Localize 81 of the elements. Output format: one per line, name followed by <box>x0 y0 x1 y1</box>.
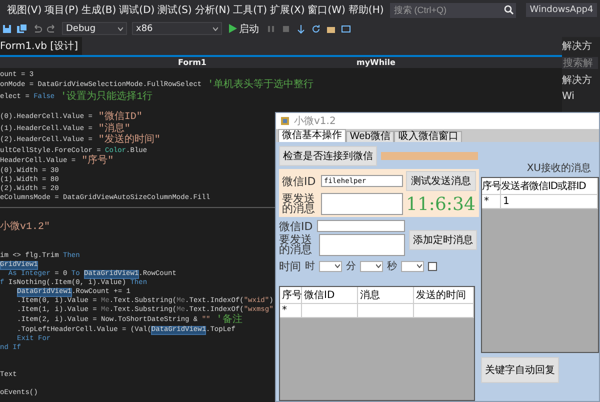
column-header: 消息 <box>358 287 414 303</box>
undo-icon[interactable] <box>32 24 42 34</box>
received-label: XU接收的消息 <box>526 162 591 175</box>
search-icon[interactable] <box>504 5 514 15</box>
window-title: 小微v1.2 <box>294 114 336 128</box>
check-connection-button[interactable]: 检查是否连接到微信 <box>279 146 377 166</box>
step-icon[interactable] <box>296 24 306 34</box>
caret-icon <box>417 264 422 268</box>
tab[interactable]: 吸入微信窗口 <box>394 131 462 142</box>
pause-icon[interactable] <box>266 24 276 34</box>
code-token: '备注 <box>215 314 242 326</box>
solution-name: WindowsApp4 <box>526 3 598 17</box>
auto-reply-button[interactable]: 关键字自动回复 <box>481 357 559 383</box>
code-token: "消息" <box>97 124 130 134</box>
redo-icon[interactable] <box>47 24 57 34</box>
code-token: 小微v1.2" <box>0 222 50 234</box>
menu-item[interactable]: 窗口(W) <box>306 3 346 17</box>
document-tab[interactable]: Form1.vb [设计] <box>0 37 82 55</box>
column-header: 发送的时间 <box>414 287 474 303</box>
code-token: '单机表头等于选中整行 <box>206 80 314 92</box>
unit-label: 秒 <box>387 260 397 273</box>
play-icon <box>229 24 237 33</box>
menu-item[interactable]: 调试(D) <box>118 3 156 17</box>
app-icon <box>280 116 290 126</box>
column-header: 发送者微信ID或群ID <box>501 178 598 194</box>
save-all-icon[interactable] <box>17 24 27 34</box>
field-label: 时间 <box>279 260 301 272</box>
platform-dropdown[interactable]: x86 <box>132 22 222 35</box>
search-field[interactable]: 搜索 (Ctrl+Q) <box>390 2 502 18</box>
message-field[interactable] <box>321 193 403 215</box>
column-header: 序号 <box>280 287 302 303</box>
message-field[interactable] <box>319 234 405 256</box>
field-label: 微信ID <box>282 176 317 186</box>
code-token: "序号" <box>80 156 114 167</box>
nav-dropdown[interactable]: myWhile <box>356 58 396 67</box>
input-field[interactable] <box>316 220 405 232</box>
menu-item[interactable]: 分析(N) <box>194 3 232 17</box>
menu-item[interactable]: 生成(B) <box>80 3 118 17</box>
caret-icon <box>376 264 381 268</box>
table-cell: * <box>482 195 501 208</box>
caret-icon <box>118 26 123 30</box>
code-token: "微信ID" <box>97 112 142 123</box>
table-cell: 1 <box>501 195 598 208</box>
dropdown[interactable] <box>401 260 424 272</box>
dropdown[interactable] <box>319 260 342 272</box>
field-label: 微信ID <box>279 220 313 232</box>
column-header: 序号 <box>482 178 501 194</box>
test-send-button[interactable]: 测试发送消息 <box>406 171 476 191</box>
code-token: "发送的时间" <box>97 135 160 146</box>
save-icon[interactable] <box>2 24 12 34</box>
field-label: 要发送的消息 <box>282 194 316 214</box>
caret-icon <box>335 264 340 268</box>
unit-label: 分 <box>346 260 356 273</box>
nav-dropdown[interactable]: Form1 <box>178 58 206 67</box>
code-token: '设置为只能选择1行 <box>60 92 153 103</box>
menu-item[interactable]: 视图(V) <box>6 3 43 17</box>
search-field[interactable]: 搜索解 <box>562 57 598 69</box>
tree-item[interactable]: Wi <box>562 91 600 102</box>
table-cell: * <box>280 304 302 317</box>
unit-label: 时 <box>305 260 315 273</box>
start-button[interactable]: 启动 <box>227 22 261 36</box>
tree-item[interactable]: 解决方 <box>562 73 600 87</box>
screen-icon[interactable] <box>341 24 351 34</box>
dropdown[interactable] <box>360 260 383 272</box>
clock-text: 11:6:34 <box>406 194 476 214</box>
menu-item[interactable]: 扩展(X) <box>269 3 306 17</box>
panel-title: 解决方 <box>562 40 593 53</box>
menu-item[interactable]: 测试(S) <box>156 3 193 17</box>
refresh-icon[interactable] <box>311 24 321 34</box>
menu-item[interactable]: 帮助(H) <box>347 3 385 17</box>
stop-icon[interactable] <box>281 24 291 34</box>
column-header: 微信ID <box>302 287 358 303</box>
checkbox[interactable] <box>428 262 437 270</box>
menu-item[interactable]: 项目(P) <box>44 3 80 17</box>
add-scheduled-button[interactable]: 添加定时消息 <box>409 230 477 250</box>
menu-item[interactable]: 工具(T) <box>232 3 268 17</box>
caret-icon <box>213 26 218 30</box>
tab[interactable]: 微信基本操作 <box>278 129 346 142</box>
tab[interactable]: Web微信 <box>346 131 394 142</box>
configuration-dropdown[interactable]: Debug <box>62 22 127 35</box>
field-label: 要发送的消息 <box>279 235 313 255</box>
